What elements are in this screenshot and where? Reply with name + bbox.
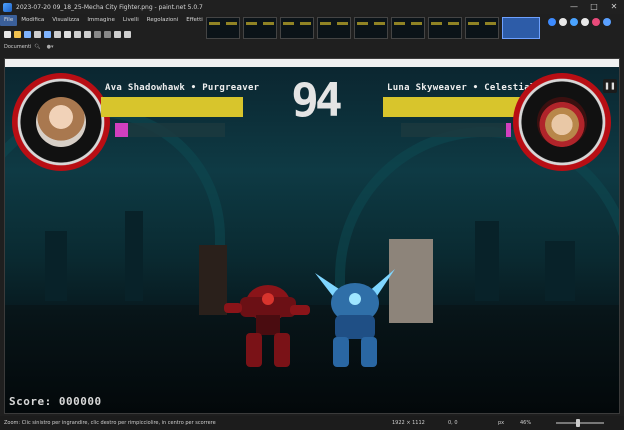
- colors-window-icon[interactable]: [581, 18, 589, 26]
- game-screenshot: Ava Shadowhawk • Purgreaver 94 Luna Skyw…: [5, 67, 619, 413]
- image-tab-thumbnail[interactable]: [465, 17, 499, 39]
- player-right-energy-track: [401, 123, 511, 137]
- menu-effetti[interactable]: Effetti: [182, 15, 207, 26]
- image-tab-thumbnail[interactable]: [428, 17, 462, 39]
- toolbar-tool-icon[interactable]: [33, 30, 41, 38]
- toolbar-tool-icon[interactable]: [93, 30, 101, 38]
- documents-toolbar: Documenti 🔍︎ ●▾: [0, 41, 200, 53]
- player-right-portrait-frame: [513, 73, 611, 171]
- app-window: 2023-07-20 09_18_25-Mecha City Fighter.p…: [0, 0, 624, 430]
- title-bar: 2023-07-20 09_18_25-Mecha City Fighter.p…: [0, 0, 624, 14]
- image-tabs: [206, 14, 542, 42]
- selection-readout: 0, 0: [448, 420, 458, 426]
- blue-mech-fighter: [315, 269, 395, 367]
- image-tab-thumbnail[interactable]: [206, 17, 240, 39]
- image-tab-thumbnail[interactable]: [243, 17, 277, 39]
- toolbar-tool-icon[interactable]: [83, 30, 91, 38]
- unit-selector[interactable]: px: [498, 416, 504, 430]
- main-toolbar: [0, 27, 200, 41]
- image-tab-thumbnail[interactable]: [391, 17, 425, 39]
- zoom-value[interactable]: 46%: [520, 416, 531, 430]
- minimize-button[interactable]: —: [564, 0, 584, 14]
- image-tab-thumbnail[interactable]: [354, 17, 388, 39]
- toolbar-tool-icon[interactable]: [73, 30, 81, 38]
- image-tab-thumbnail[interactable]: [317, 17, 351, 39]
- toolbar-tool-icon[interactable]: [123, 30, 131, 38]
- layers-window-icon[interactable]: [570, 18, 578, 26]
- documents-label[interactable]: Documenti: [4, 44, 31, 50]
- toolbar-tool-icon[interactable]: [53, 30, 61, 38]
- settings-icon[interactable]: ●▾: [47, 44, 54, 50]
- red-mech-fighter: [224, 285, 310, 367]
- window-title: 2023-07-20 09_18_25-Mecha City Fighter.p…: [16, 3, 203, 11]
- maximize-button[interactable]: □: [584, 0, 604, 14]
- background-building: [125, 211, 143, 301]
- menu-modifica[interactable]: Modifica: [17, 15, 48, 26]
- zoom-icon[interactable]: 🔍︎: [34, 44, 40, 50]
- player-left-name: Ava Shadowhawk • Purgreaver: [105, 83, 260, 93]
- toolbar-tool-icon[interactable]: [3, 30, 11, 38]
- background-building: [475, 221, 499, 301]
- image-tab-active[interactable]: [502, 17, 540, 39]
- round-timer: 94: [291, 73, 342, 127]
- palette-icon[interactable]: [592, 18, 600, 26]
- toolbar-tool-icon[interactable]: [13, 30, 21, 38]
- background-building: [45, 231, 67, 301]
- zoom-slider-thumb[interactable]: [576, 419, 581, 427]
- menu-immagine[interactable]: Immagine: [83, 15, 119, 26]
- player-left-health-bar: [101, 97, 244, 117]
- score-display: Score: 000000: [9, 395, 102, 408]
- toolbar-tool-icon[interactable]: [63, 30, 71, 38]
- settings-gear-icon[interactable]: [603, 18, 611, 26]
- toolbar-tool-icon[interactable]: [103, 30, 111, 38]
- player-left-avatar: [36, 97, 86, 147]
- image-tab-thumbnail[interactable]: [280, 17, 314, 39]
- player-left-energy-track: [115, 123, 225, 137]
- player-right-avatar: [537, 97, 587, 147]
- player-right-energy-fill: [505, 123, 511, 137]
- pause-button[interactable]: ❚❚: [603, 79, 617, 93]
- player-left-energy-fill: [115, 123, 129, 137]
- menu-visualizza[interactable]: Visualizza: [48, 15, 83, 26]
- background-building: [545, 241, 575, 301]
- image-size-readout: 1922 × 1112: [392, 420, 425, 426]
- player-right-health-bar: [382, 97, 525, 117]
- image-canvas[interactable]: Mecha City Fighter: [4, 58, 620, 414]
- menu-regolazioni[interactable]: Regolazioni: [143, 15, 183, 26]
- close-button[interactable]: ✕: [604, 0, 624, 14]
- menu-bar: File Modifica Visualizza Immagine Livell…: [0, 14, 203, 27]
- toolbar-tool-icon[interactable]: [23, 30, 31, 38]
- status-bar: Zoom: Clic sinistro per ingrandire, clic…: [0, 416, 624, 430]
- history-window-icon[interactable]: [559, 18, 567, 26]
- toolbar-tool-icon[interactable]: [43, 30, 51, 38]
- toolbar-tool-icon[interactable]: [113, 30, 121, 38]
- menu-livelli[interactable]: Livelli: [119, 15, 143, 26]
- paintnet-app-icon: [3, 2, 12, 12]
- menu-file[interactable]: File: [0, 15, 18, 26]
- player-left-portrait-frame: [12, 73, 110, 171]
- status-hint: Zoom: Clic sinistro per ingrandire, clic…: [4, 420, 216, 426]
- tool-window-icons: [548, 18, 611, 26]
- zoom-slider[interactable]: [556, 419, 604, 427]
- tools-window-icon[interactable]: [548, 18, 556, 26]
- image-window-title-bar: Mecha City Fighter: [5, 59, 619, 76]
